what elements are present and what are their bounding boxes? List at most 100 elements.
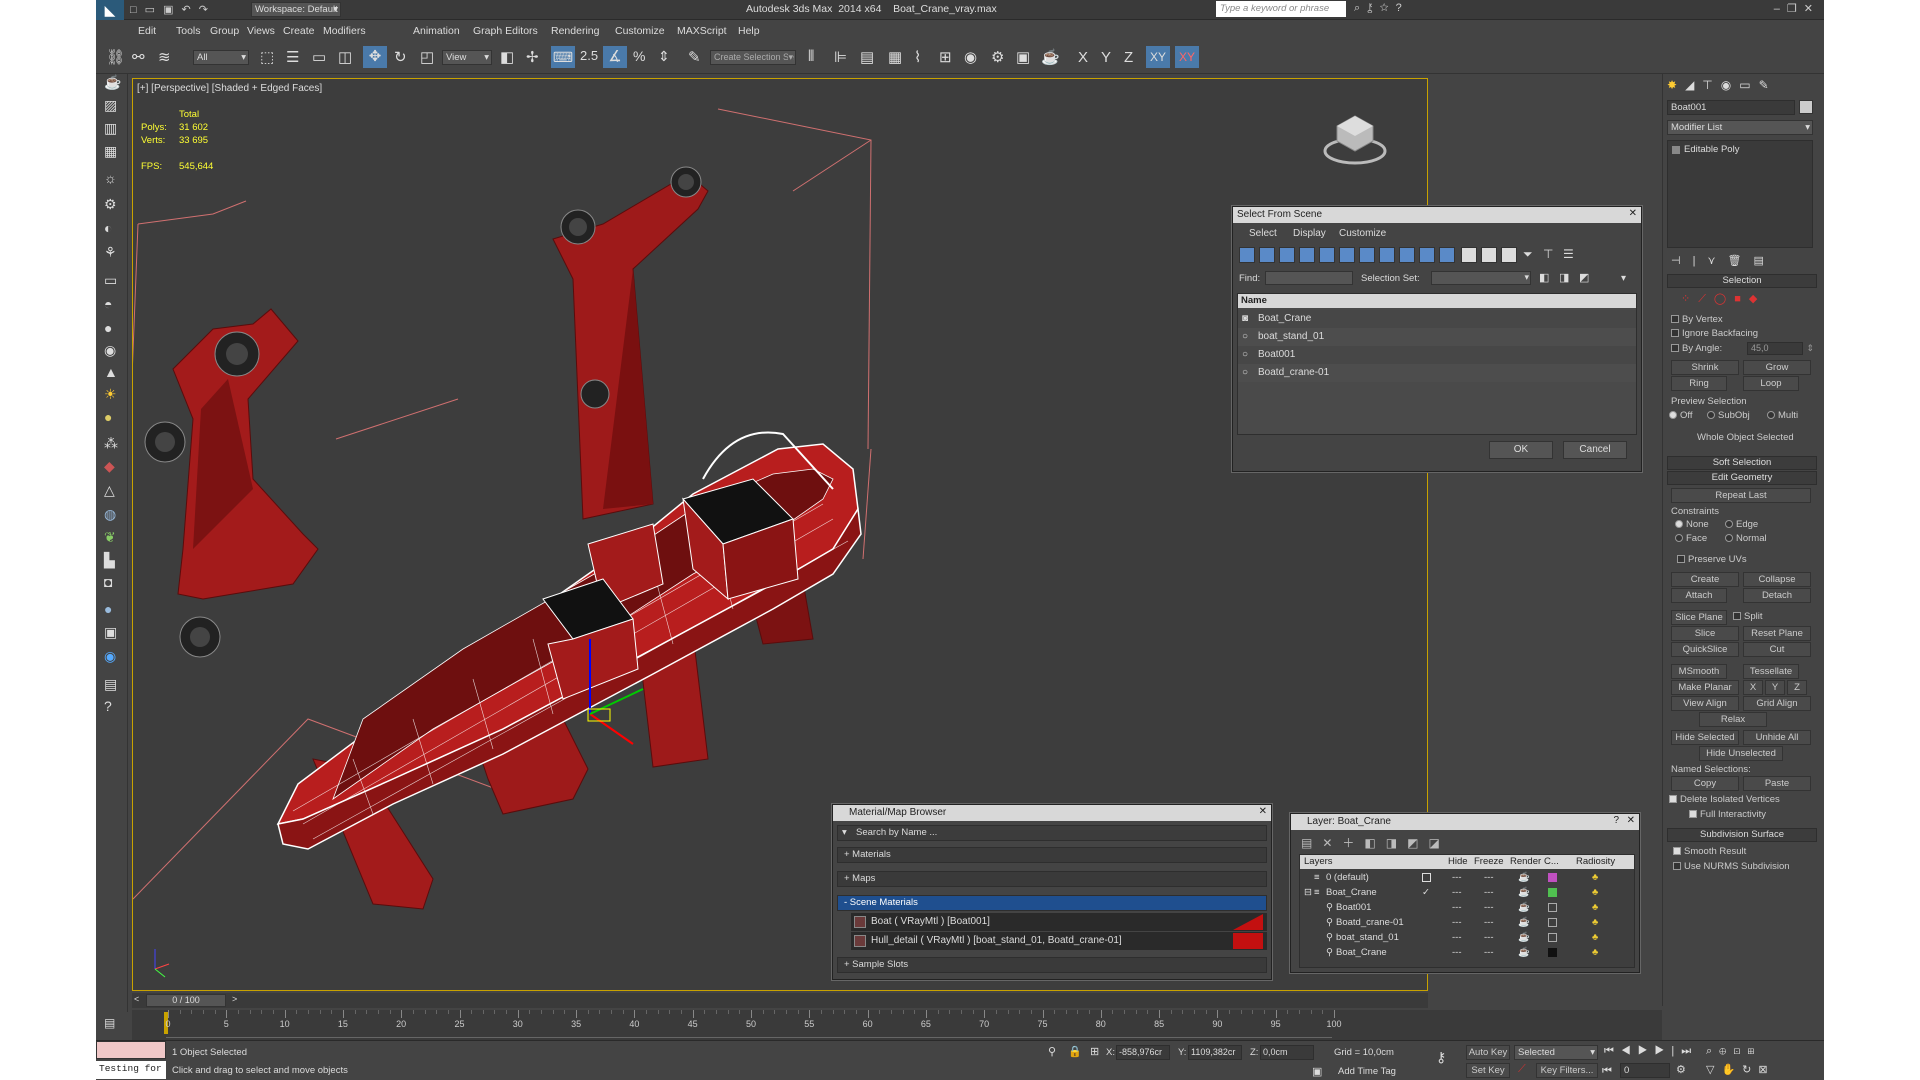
col-color[interactable]: C... — [1544, 855, 1559, 869]
constraint-normal-radio[interactable]: Normal — [1725, 533, 1767, 544]
key-mode-dropdown[interactable]: Selected ▾ — [1514, 1045, 1598, 1060]
filter-spacewarps-icon[interactable] — [1339, 247, 1355, 263]
freeze-toggle[interactable]: --- — [1484, 945, 1494, 960]
plant-icon[interactable]: ❦ — [104, 529, 116, 546]
by-angle-spinner[interactable]: 45,0 ⇕ — [1747, 342, 1814, 355]
freeze-toggle[interactable]: --- — [1484, 915, 1494, 930]
z-coord-field[interactable]: 0,0cm — [1260, 1045, 1314, 1060]
go-to-end-icon[interactable]: ⏭ — [1681, 1045, 1698, 1057]
element-mode-icon[interactable]: ◆ — [1749, 293, 1765, 305]
render-teapot-icon[interactable]: ☕ — [1518, 885, 1530, 900]
select-by-name-icon[interactable]: ☰ — [286, 48, 299, 66]
highlight-layer-icon[interactable]: ◨ — [1386, 836, 1407, 850]
axis-y-button[interactable]: Y — [1101, 49, 1111, 66]
ring-button[interactable]: Ring — [1671, 376, 1727, 391]
section-materials[interactable]: + Materials — [837, 847, 1267, 863]
section-sample-slots[interactable]: + Sample Slots — [837, 957, 1267, 973]
hide-toggle[interactable]: --- — [1452, 930, 1462, 945]
material-search-input[interactable]: ▾ Search by Name ... — [837, 825, 1267, 841]
pan-icon[interactable]: ✋ — [1721, 1064, 1742, 1076]
particle-icon[interactable]: ⁂ — [104, 435, 118, 452]
compound-icon[interactable]: ◆ — [104, 458, 115, 475]
maxscript-mini-listener[interactable]: Testing for : — [96, 1061, 166, 1079]
minimize-icon[interactable]: – — [1774, 3, 1787, 15]
reset-plane-button[interactable]: Reset Plane — [1743, 626, 1811, 641]
close-icon[interactable]: ✕ — [1629, 208, 1637, 219]
rectangular-selection-icon[interactable]: ▭ — [312, 48, 326, 66]
filter-geometry-icon[interactable] — [1239, 247, 1255, 263]
repeat-last-button[interactable]: Repeat Last — [1671, 488, 1811, 503]
render-icon[interactable]: ▣ — [104, 624, 117, 641]
material-browser-titlebar[interactable]: Material/Map Browser ✕ — [833, 805, 1271, 821]
menu-item-graph-editors[interactable]: Graph Editors — [473, 25, 538, 37]
mini-curve-icon[interactable]: ▤ — [104, 1016, 115, 1030]
key-icon[interactable]: ⚷ — [1436, 1049, 1446, 1066]
hide-toggle[interactable]: --- — [1452, 915, 1462, 930]
unhide-all-button[interactable]: Unhide All — [1743, 730, 1811, 745]
constraint-face-radio[interactable]: Face — [1675, 533, 1707, 544]
layer-color-swatch[interactable] — [1548, 888, 1557, 897]
percent-snap-icon[interactable]: % — [633, 48, 645, 64]
layer-row[interactable]: ⚲ Boat_Crane --- --- ☕ ♣ — [1300, 945, 1634, 960]
sfs-menu-customize[interactable]: Customize — [1339, 228, 1386, 239]
quickslice-button[interactable]: QuickSlice — [1671, 642, 1739, 657]
vertex-mode-icon[interactable]: ⁘ — [1681, 293, 1698, 305]
curve-editor-icon[interactable]: ⌇ — [914, 48, 921, 66]
track-bar[interactable]: ▤ 0 5 10 15 20 25 30 35 40 45 50 55 60 65 70 75 80 85 90 95… — [104, 1010, 1662, 1040]
view-align-button[interactable]: View Align — [1671, 696, 1739, 711]
configure-sets-icon[interactable]: ▤ — [1753, 255, 1775, 267]
cone-icon[interactable]: ▲ — [104, 364, 118, 380]
mirror-icon[interactable]: ⫴ — [808, 48, 814, 65]
modifier-list-dropdown[interactable]: Modifier List ▾ — [1667, 120, 1813, 135]
key-filter-icon[interactable]: ⟋ — [1518, 1063, 1526, 1076]
binoculars-icon[interactable]: ⌕ — [1354, 2, 1367, 14]
zoom-extents-all-icon[interactable]: ⊞ — [1747, 1045, 1761, 1057]
rendered-frame-icon[interactable]: ▣ — [1016, 48, 1030, 66]
hide-toggle[interactable]: --- — [1452, 885, 1462, 900]
shrink-button[interactable]: Shrink — [1671, 360, 1739, 375]
preview-multi-radio[interactable]: Multi — [1767, 410, 1798, 421]
search-input[interactable]: Type a keyword or phrase — [1216, 1, 1346, 17]
axis-z-button[interactable]: Z — [1124, 49, 1133, 66]
preview-subobj-radio[interactable]: SubObj — [1707, 410, 1750, 421]
active-layer-check-icon[interactable]: ✓ — [1422, 885, 1430, 900]
sfs-option-icon-2[interactable]: ◨ — [1559, 271, 1569, 284]
polygon-mode-icon[interactable]: ■ — [1734, 293, 1749, 305]
layer-color-swatch[interactable] — [1548, 873, 1557, 882]
make-planar-button[interactable]: Make Planar — [1671, 680, 1739, 695]
auto-key-button[interactable]: Auto Key — [1466, 1045, 1510, 1060]
render-setup-icon[interactable]: ⚙ — [991, 48, 1004, 66]
workspace-dropdown[interactable]: Workspace: Default ▾ — [251, 2, 341, 17]
make-unique-icon[interactable]: ⋎ — [1707, 255, 1727, 267]
restore-icon[interactable]: ❐ — [1787, 3, 1804, 15]
keyboard-shortcut-override-icon[interactable]: ⌨ — [551, 46, 575, 68]
menu-item-help[interactable]: Help — [738, 25, 760, 37]
col-layers[interactable]: Layers — [1304, 855, 1333, 869]
box-icon[interactable]: ▭ — [104, 272, 117, 289]
rollout-edit-geometry[interactable]: Edit Geometry — [1667, 471, 1817, 485]
select-scale-icon[interactable]: ◰ — [420, 48, 434, 66]
teapot-icon[interactable]: ☕ — [104, 74, 121, 91]
utilities-tab-icon[interactable]: ✎ — [1759, 78, 1777, 92]
time-slider-next-icon[interactable]: > — [232, 994, 237, 1004]
ok-button[interactable]: OK — [1489, 441, 1553, 459]
add-time-tag-icon[interactable]: ▣ — [1312, 1065, 1322, 1078]
rollout-selection[interactable]: Selection — [1667, 274, 1817, 288]
align-icon[interactable]: ⊫ — [834, 48, 847, 66]
delete-isolated-checkbox[interactable]: Delete Isolated Vertices — [1669, 794, 1780, 805]
object-list-item[interactable]: ○ boat_stand_01 — [1238, 328, 1636, 346]
new-layer-icon[interactable]: ▤ — [1301, 836, 1322, 850]
delete-layer-icon[interactable]: ✕ — [1322, 836, 1342, 850]
preview-off-radio[interactable]: Off — [1669, 410, 1693, 421]
environment-icon[interactable]: ◉ — [104, 648, 116, 665]
scripts-icon[interactable]: ▤ — [104, 676, 117, 693]
go-to-start-icon[interactable]: ⏮ — [1604, 1045, 1621, 1057]
ignore-backfacing-checkbox[interactable]: Ignore Backfacing — [1671, 328, 1758, 339]
door-icon[interactable]: ◘ — [104, 574, 112, 590]
layer-row[interactable]: ⊟ ≡ Boat_Crane ✓ --- --- ☕ ♣ — [1300, 885, 1634, 900]
remove-modifier-icon[interactable]: 🗑 — [1728, 255, 1754, 267]
section-scene-materials[interactable]: - Scene Materials — [837, 895, 1267, 911]
fov-icon[interactable]: ▽ — [1706, 1064, 1721, 1076]
filter-containers-icon[interactable] — [1419, 247, 1435, 263]
col-render[interactable]: Render — [1510, 855, 1541, 869]
